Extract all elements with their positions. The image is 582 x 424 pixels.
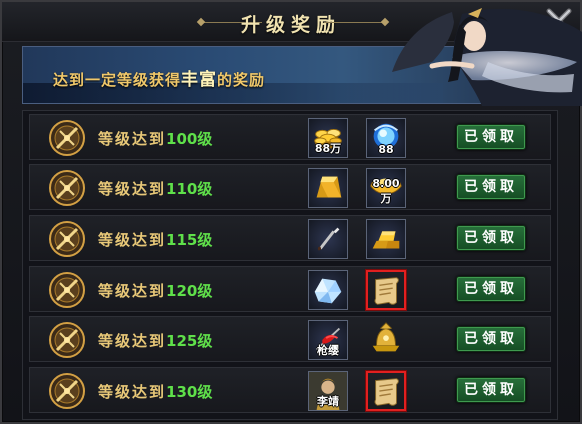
reward-slot[interactable]: [366, 371, 406, 411]
brush-icon: [309, 220, 347, 262]
claimed-button[interactable]: 已领取: [456, 326, 526, 352]
reward-count: 枪缨: [317, 344, 339, 357]
golden-helmet-icon: [367, 321, 405, 363]
reward-slot[interactable]: [308, 270, 348, 310]
banner-highlight: 丰富: [181, 70, 218, 90]
claimed-button[interactable]: 已领取: [456, 276, 526, 302]
claimed-button[interactable]: 已领取: [456, 124, 526, 150]
reward-slot[interactable]: [366, 219, 406, 259]
level-emblem-icon: [48, 119, 86, 157]
level-emblem-icon: [48, 169, 86, 207]
reward-row: 等级达到100级 88万 88 已领取: [29, 114, 551, 160]
level-emblem-icon: [48, 271, 86, 309]
level-requirement-label: 等级达到120级: [98, 282, 213, 300]
crystal-icon: [309, 271, 347, 313]
reward-slot[interactable]: [308, 219, 348, 259]
reward-slot[interactable]: [366, 320, 406, 360]
reward-slot[interactable]: 88万: [308, 118, 348, 158]
level-requirement-label: 等级达到100级: [98, 130, 213, 148]
reward-slot[interactable]: 枪缨: [308, 320, 348, 360]
reward-row: 等级达到120级 已领取: [29, 266, 551, 312]
level-emblem-icon: [48, 220, 86, 258]
reward-row: 等级达到115级 已领取: [29, 215, 551, 261]
reward-slot[interactable]: 8.00万: [366, 168, 406, 208]
level-reward-dialog: 升级奖励 达到一定等级获得丰富的奖励 等级达到100级 88万 88 已领取 等…: [0, 0, 582, 424]
banner-text: 达到一定等级获得丰富的奖励: [53, 70, 266, 90]
level-number: 115: [166, 231, 198, 249]
scroll-icon: [368, 373, 404, 415]
level-number: 120: [166, 282, 198, 300]
heroine-illustration: [392, 2, 582, 106]
reward-slot[interactable]: 88: [366, 118, 406, 158]
reward-count: 88万: [314, 142, 342, 155]
level-requirement-label: 等级达到130级: [98, 383, 213, 401]
level-number: 130: [166, 383, 198, 401]
gold-bars-stack-icon: [367, 220, 405, 262]
reward-count: 88: [378, 143, 394, 156]
level-number: 110: [166, 180, 198, 198]
reward-row: 等级达到110级 8.00万 已领取: [29, 164, 551, 210]
level-requirement-label: 等级达到115级: [98, 231, 213, 249]
reward-count: 李靖: [317, 395, 339, 408]
claimed-button[interactable]: 已领取: [456, 377, 526, 403]
claimed-button[interactable]: 已领取: [456, 225, 526, 251]
reward-list: 等级达到100级 88万 88 已领取 等级达到110级 8.00万 已领取 等级达到115级…: [22, 110, 558, 420]
level-emblem-icon: [48, 321, 86, 359]
level-requirement-label: 等级达到110级: [98, 180, 213, 198]
reward-slot[interactable]: [308, 168, 348, 208]
title-ornament-right: [324, 22, 384, 23]
claimed-button[interactable]: 已领取: [456, 174, 526, 200]
level-requirement-label: 等级达到125级: [98, 332, 213, 350]
gold-bar-icon: [309, 169, 347, 211]
level-emblem-icon: [48, 372, 86, 410]
reward-row: 等级达到130级李靖 已领取: [29, 367, 551, 413]
reward-row: 等级达到125级枪缨 已领取: [29, 316, 551, 362]
reward-count: 8.00万: [372, 177, 400, 205]
reward-slot[interactable]: [366, 270, 406, 310]
scroll-icon: [368, 272, 404, 314]
level-number: 125: [166, 332, 198, 350]
reward-slot[interactable]: 李靖: [308, 371, 348, 411]
level-number: 100: [166, 130, 198, 148]
